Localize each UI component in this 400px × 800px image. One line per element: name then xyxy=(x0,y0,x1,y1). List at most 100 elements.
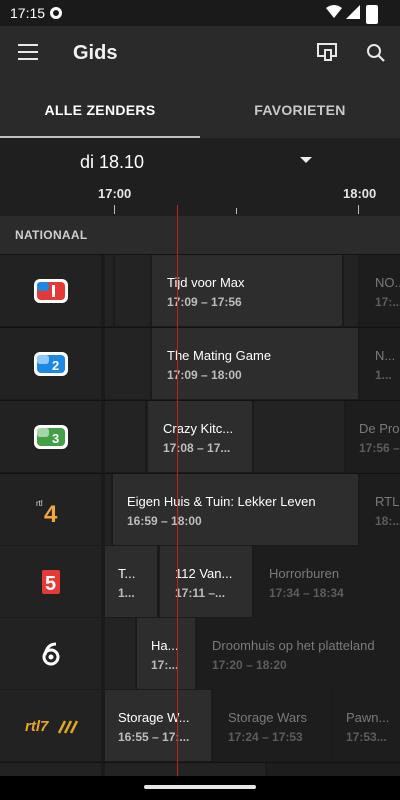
program-title: 112 Van... xyxy=(175,566,233,581)
program-time: 17:11 –... xyxy=(175,586,226,600)
program-cell[interactable] xyxy=(267,763,400,776)
channel-logo[interactable] xyxy=(0,763,101,776)
program-time: 17:... xyxy=(151,658,179,672)
channel-logo-rtl4[interactable]: rtl 4 xyxy=(0,474,101,545)
home-gesture-handle[interactable] xyxy=(144,785,256,789)
program-title: N... xyxy=(375,348,396,363)
program-title: Pawn... xyxy=(346,710,390,725)
channel-row: rtl 4 Eigen Huis & Tuin: Lekker Leven 16… xyxy=(0,474,400,546)
search-icon[interactable] xyxy=(366,43,386,63)
current-time-line xyxy=(177,205,178,776)
program-title: NO... xyxy=(375,275,400,290)
sbs6-logo-icon xyxy=(42,642,59,665)
app-bar: Gids xyxy=(0,26,400,82)
npo1-logo-icon xyxy=(33,278,68,303)
program-title: Horrorburen xyxy=(269,566,340,581)
dropdown-arrow-icon[interactable] xyxy=(300,157,312,163)
program-cell[interactable] xyxy=(344,255,358,326)
channel-logo-sbs6[interactable] xyxy=(0,618,101,689)
program-cell[interactable]: Storage Wars 17:24 – 17:53 xyxy=(213,690,331,761)
battery-icon xyxy=(366,5,378,24)
date-label: di 18.10 xyxy=(80,152,145,172)
program-time: 17:... xyxy=(375,295,400,309)
program-title: The Mating Game xyxy=(167,348,272,363)
notification-icon xyxy=(50,7,62,19)
program-time: 17:24 – 17:53 xyxy=(228,730,303,744)
page-title: Gids xyxy=(73,42,118,64)
system-nav-bar xyxy=(0,776,400,800)
program-time: 17:20 – 18:20 xyxy=(212,658,287,672)
program-title: RTL xyxy=(375,494,400,509)
program-cell[interactable]: NO... 17:... xyxy=(360,255,400,326)
menu-icon[interactable] xyxy=(18,44,38,60)
channel-logo-rtl7[interactable]: rtl7 xyxy=(0,690,101,761)
program-time: 17:56 – xyxy=(359,441,400,455)
channel-row: Ha... 17:... Droomhuis op het platteland… xyxy=(0,618,400,690)
program-cell[interactable]: Horrorburen 17:34 – 18:34 xyxy=(254,546,400,617)
program-cell[interactable] xyxy=(105,618,135,689)
program-cell[interactable] xyxy=(105,255,113,326)
program-title: T... xyxy=(118,566,136,581)
channel-logo-npo2[interactable]: 2 xyxy=(0,328,101,399)
time-label-1700: 17:00 xyxy=(98,186,132,201)
program-time: 16:55 – 17:... xyxy=(118,730,190,744)
program-time: 1... xyxy=(118,586,135,600)
section-label: NATIONAAL xyxy=(15,228,88,242)
program-cell[interactable]: Ha... 17:... xyxy=(137,618,195,689)
tab-alle-zenders[interactable]: ALLE ZENDERS xyxy=(0,82,200,138)
program-time: 18:... xyxy=(375,514,400,528)
program-time: 17:09 – 18:00 xyxy=(167,368,242,382)
program-time: 17:34 – 18:34 xyxy=(269,586,344,600)
timeline-tick xyxy=(114,205,115,214)
program-title: Ha... xyxy=(151,638,179,653)
program-cell[interactable]: Eigen Huis & Tuin: Lekker Leven 16:59 – … xyxy=(113,474,358,545)
program-cell[interactable]: T... 1... xyxy=(105,546,157,617)
program-title: Eigen Huis & Tuin: Lekker Leven xyxy=(127,494,316,509)
program-title: Storage Wars xyxy=(228,710,307,725)
channel-row xyxy=(0,763,400,776)
svg-text:4: 4 xyxy=(44,501,58,524)
program-cell[interactable]: Droomhuis op het platteland 17:20 – 18:2… xyxy=(197,618,400,689)
section-header: NATIONAAL xyxy=(0,216,400,254)
program-cell[interactable]: RTL 18:... xyxy=(360,474,400,545)
program-cell[interactable]: De Pro 17:56 – xyxy=(346,401,400,472)
program-cell[interactable]: Crazy Kitc... 17:08 – 17... xyxy=(148,401,252,472)
tab-favorieten[interactable]: FAVORIETEN xyxy=(200,82,400,138)
program-cell[interactable] xyxy=(115,255,150,326)
program-time: 17:08 – 17... xyxy=(163,441,231,455)
date-selector[interactable]: di 18.10 xyxy=(0,138,400,186)
timeline-tick xyxy=(358,205,359,214)
channel-logo-rtl5[interactable]: 5 xyxy=(0,546,101,617)
wifi-icon xyxy=(326,5,342,18)
program-cell[interactable]: 112 Van... 17:11 –... xyxy=(160,546,252,617)
program-time: 1... xyxy=(375,368,392,382)
rtl4-logo-icon: rtl 4 xyxy=(36,499,58,524)
program-cell[interactable] xyxy=(105,401,145,472)
svg-text:rtl7: rtl7 xyxy=(25,718,49,735)
program-title: Storage W... xyxy=(118,710,190,725)
program-cell[interactable]: Pawn... 17:53... xyxy=(333,690,400,761)
rtl7-logo-icon: rtl7 xyxy=(25,718,78,735)
program-cell[interactable]: The Mating Game 17:09 – 18:00 xyxy=(152,328,358,399)
status-bar: 17:15 xyxy=(0,0,400,26)
program-cell[interactable]: Storage W... 16:55 – 17:... xyxy=(105,690,211,761)
status-time: 17:15 xyxy=(10,5,46,21)
npo3-logo-icon: 3 xyxy=(33,424,68,449)
program-cell[interactable]: N... 1... xyxy=(360,328,400,399)
channel-row: rtl7 Storage W... 16:55 – 17:... Storage… xyxy=(0,690,400,762)
program-cell[interactable] xyxy=(105,328,150,399)
channel-row: Tijd voor Max 17:09 – 17:56 NO... 17:... xyxy=(0,255,400,327)
program-cell[interactable] xyxy=(105,474,111,545)
timeline-tick xyxy=(236,208,237,214)
svg-text:5: 5 xyxy=(45,573,56,595)
channel-logo-npo3[interactable]: 3 xyxy=(0,401,101,472)
program-cell[interactable] xyxy=(105,763,265,776)
program-cell[interactable] xyxy=(254,401,344,472)
channel-row: 3 Crazy Kitc... 17:08 – 17... De Pro 17:… xyxy=(0,401,400,473)
channel-logo-npo1[interactable] xyxy=(0,255,101,326)
time-label-1800: 18:00 xyxy=(343,186,377,201)
cast-icon[interactable] xyxy=(317,42,337,62)
program-time: 16:59 – 18:00 xyxy=(127,514,202,528)
program-cell[interactable]: Tijd voor Max 17:09 – 17:56 xyxy=(152,255,342,326)
channel-row: 2 The Mating Game 17:09 – 18:00 N... 1..… xyxy=(0,328,400,400)
